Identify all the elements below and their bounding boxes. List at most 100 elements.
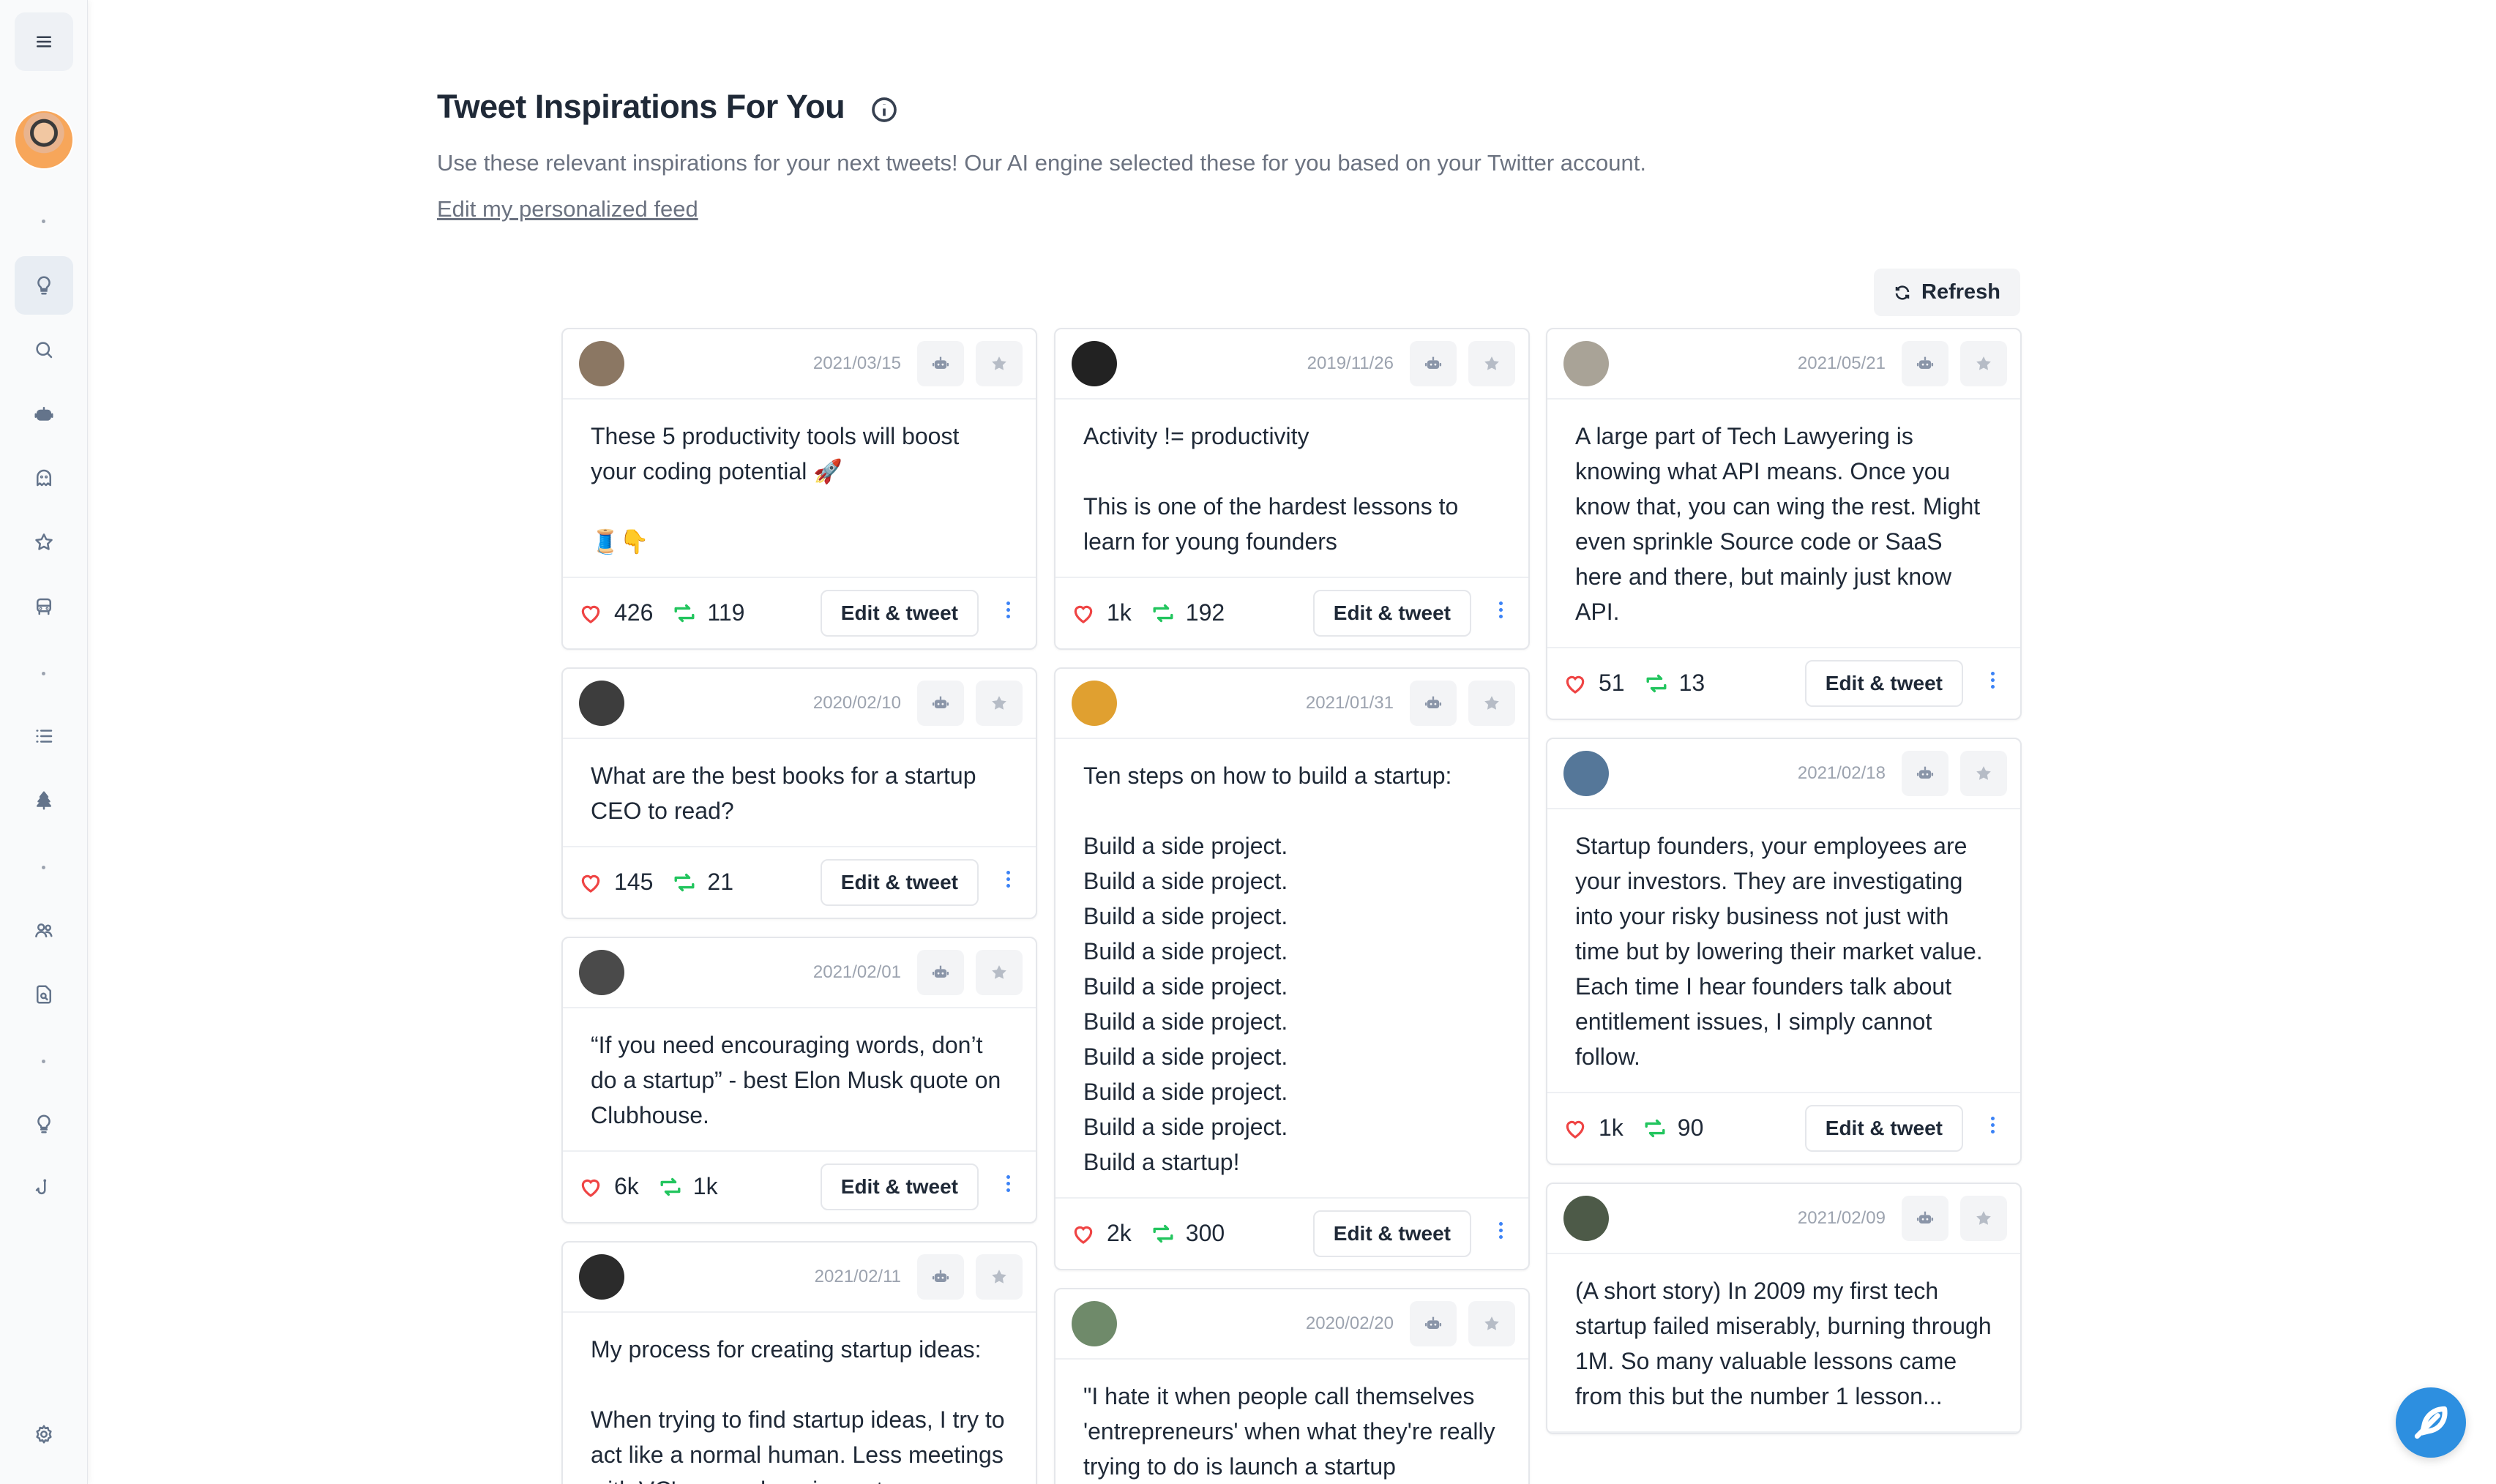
sidebar-item-ideas[interactable] (15, 1095, 73, 1153)
tweet-card-footer: 145 21 Edit & tweet (563, 847, 1036, 918)
author-avatar[interactable] (579, 681, 624, 726)
tweet-card: 2019/11/26 Activity != productivity This… (1054, 328, 1530, 650)
retweet-icon (1643, 1117, 1667, 1139)
ai-rewrite-button[interactable] (917, 341, 964, 386)
ai-rewrite-button[interactable] (1410, 1301, 1457, 1346)
ai-rewrite-button[interactable] (1902, 1196, 1948, 1241)
tweet-card: 2021/05/21 A large part of Tech Lawyerin… (1546, 328, 2022, 720)
edit-and-tweet-button[interactable]: Edit & tweet (1312, 1210, 1471, 1257)
retweet-count: 119 (707, 599, 745, 626)
author-avatar[interactable] (579, 950, 624, 995)
robot-icon (932, 965, 949, 978)
favorite-button[interactable] (1468, 1301, 1515, 1346)
sidebar-item-tree[interactable] (15, 771, 73, 830)
author-avatar[interactable] (1072, 341, 1117, 386)
tweet-text: My process for creating startup ideas: W… (563, 1313, 1036, 1484)
tweet-card-footer: 1k 90 Edit & tweet (1547, 1093, 2020, 1163)
sidebar (0, 0, 88, 1484)
favorite-button[interactable] (976, 950, 1023, 995)
sidebar-item-hook[interactable] (15, 1159, 73, 1218)
ai-rewrite-button[interactable] (1902, 751, 1948, 796)
author-avatar[interactable] (1072, 681, 1117, 726)
sidebar-item-inspirations[interactable] (15, 256, 73, 315)
search-icon (36, 342, 53, 359)
sidebar-item-favorites[interactable] (15, 513, 73, 572)
ai-rewrite-button[interactable] (917, 950, 964, 995)
tweet-card-footer: 2k 300 Edit & tweet (1055, 1199, 1528, 1269)
ai-rewrite-button[interactable] (917, 1254, 964, 1300)
ai-rewrite-button[interactable] (1410, 341, 1457, 386)
author-avatar[interactable] (1072, 1301, 1117, 1346)
menu-icon[interactable] (15, 12, 73, 71)
ai-rewrite-button[interactable] (1410, 681, 1457, 726)
tweet-card-footer: 6k 1k Edit & tweet (563, 1152, 1036, 1222)
more-options-icon[interactable] (1004, 868, 1012, 897)
bus-icon (37, 598, 51, 615)
heart-icon (579, 872, 602, 893)
favorite-button[interactable] (976, 681, 1023, 726)
edit-feed-link[interactable]: Edit my personalized feed (437, 196, 698, 222)
sidebar-item-search[interactable] (15, 321, 73, 379)
tweet-card: 2021/03/15 These 5 productivity tools wi… (561, 328, 1037, 650)
retweet-count: 90 (1677, 1114, 1704, 1141)
more-options-icon[interactable] (1496, 599, 1505, 628)
author-avatar[interactable] (1563, 751, 1609, 796)
list-icon (36, 730, 53, 743)
author-avatar[interactable] (579, 341, 624, 386)
more-options-icon[interactable] (1004, 1172, 1012, 1202)
tweet-card-footer: 1k 192 Edit & tweet (1055, 578, 1528, 648)
edit-and-tweet-button[interactable]: Edit & tweet (820, 859, 979, 906)
sidebar-item-list[interactable] (15, 707, 73, 765)
robot-icon (1424, 1316, 1442, 1329)
author-avatar[interactable] (579, 1254, 624, 1300)
retweet-icon (672, 602, 697, 624)
info-icon[interactable] (870, 95, 899, 124)
robot-icon (932, 356, 949, 369)
sidebar-item-ghost[interactable] (15, 449, 73, 507)
tweet-text: A large part of Tech Lawyering is knowin… (1547, 400, 2020, 648)
author-avatar[interactable] (1563, 1196, 1609, 1241)
tweet-card-header: 2021/02/09 (1547, 1184, 2020, 1254)
avatar[interactable] (14, 110, 74, 170)
sidebar-item-file-search[interactable] (15, 965, 73, 1024)
favorite-button[interactable] (1960, 341, 2007, 386)
edit-and-tweet-button[interactable]: Edit & tweet (1804, 660, 1963, 707)
tweet-card-header: 2021/02/11 (563, 1243, 1036, 1313)
favorite-button[interactable] (976, 1254, 1023, 1300)
divider-dot (42, 672, 45, 675)
sidebar-item-robot[interactable] (15, 385, 73, 443)
favorite-button[interactable] (1960, 751, 2007, 796)
page-title: Tweet Inspirations For You (437, 88, 845, 125)
more-options-icon[interactable] (1988, 1114, 1997, 1143)
edit-and-tweet-button[interactable]: Edit & tweet (1312, 590, 1471, 637)
more-options-icon[interactable] (1496, 1219, 1505, 1248)
compose-fab-button[interactable] (2396, 1387, 2466, 1458)
author-avatar[interactable] (1563, 341, 1609, 386)
ai-rewrite-button[interactable] (1902, 341, 1948, 386)
favorite-button[interactable] (1468, 341, 1515, 386)
ai-rewrite-button[interactable] (917, 681, 964, 726)
more-options-icon[interactable] (1004, 599, 1012, 628)
tweet-date: 2019/11/26 (1307, 353, 1394, 373)
edit-and-tweet-button[interactable]: Edit & tweet (820, 1163, 979, 1210)
more-options-icon[interactable] (1988, 669, 1997, 698)
retweet-count: 300 (1185, 1220, 1225, 1246)
star-icon (992, 965, 1006, 979)
tweet-card: 2020/02/10 What are the best books for a… (561, 667, 1037, 919)
favorite-button[interactable] (976, 341, 1023, 386)
tweet-date: 2021/03/15 (812, 353, 901, 373)
sidebar-item-users[interactable] (15, 901, 73, 959)
tweet-date: 2021/02/18 (1797, 763, 1886, 783)
tweet-date: 2020/02/20 (1305, 1314, 1394, 1333)
tweet-date: 2021/02/01 (812, 962, 901, 982)
sidebar-item-settings[interactable] (15, 1405, 73, 1464)
tweet-card: 2020/02/20 "I hate it when people call t… (1054, 1288, 1530, 1484)
favorite-button[interactable] (1468, 681, 1515, 726)
refresh-button[interactable]: Refresh (1874, 269, 2020, 316)
tweet-card: 2021/02/01 “If you need encouraging word… (561, 937, 1037, 1223)
edit-and-tweet-button[interactable]: Edit & tweet (820, 590, 979, 637)
favorite-button[interactable] (1960, 1196, 2007, 1241)
edit-and-tweet-button[interactable]: Edit & tweet (1804, 1105, 1963, 1152)
sidebar-item-bus[interactable] (15, 577, 73, 636)
star-icon (992, 696, 1006, 710)
